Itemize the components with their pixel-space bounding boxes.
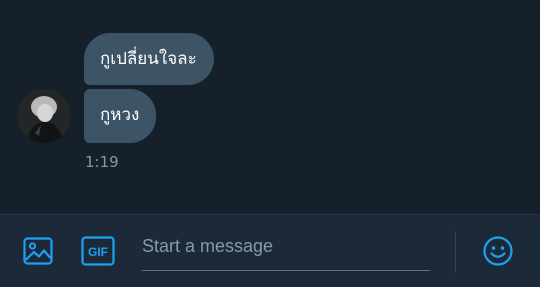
composer-divider (455, 231, 456, 273)
avatar-photo-icon (17, 89, 71, 143)
message-text: กูหวง (100, 105, 140, 125)
dm-screen: กูเปลี่ยนใจละ กูหวง 1:19 GIF (0, 0, 540, 287)
gif-label: GIF (88, 245, 108, 259)
message-timestamp: 1:19 (85, 153, 119, 171)
conversation-thread: กูเปลี่ยนใจละ กูหวง 1:19 (0, 0, 540, 214)
message-text: กูเปลี่ยนใจละ (100, 49, 197, 69)
add-gif-button[interactable]: GIF (80, 234, 116, 268)
message-composer: GIF (0, 214, 540, 287)
add-media-button[interactable] (19, 231, 57, 271)
message-bubble[interactable]: กูเปลี่ยนใจละ (84, 33, 214, 85)
emoji-button[interactable] (479, 232, 517, 270)
message-input[interactable] (142, 229, 430, 271)
emoji-icon (483, 236, 513, 266)
gif-icon: GIF (81, 236, 115, 266)
avatar[interactable] (17, 89, 71, 143)
message-bubble[interactable]: กูหวง (84, 89, 157, 143)
image-icon (23, 237, 53, 265)
